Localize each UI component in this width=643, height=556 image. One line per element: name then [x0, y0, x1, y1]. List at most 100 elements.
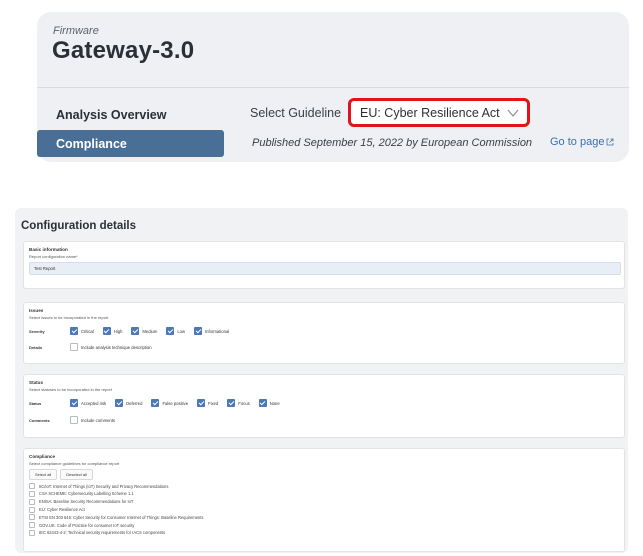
issues-section: Issues Select issues to be incorporated …: [23, 302, 625, 364]
comments-label: Comments: [29, 418, 50, 423]
guideline-label: CSA SCHEME: Cybersecurity Labelling Sche…: [39, 491, 134, 497]
option-label: Include comments: [81, 417, 115, 423]
severity-high-option[interactable]: High: [102, 327, 123, 335]
details-label: Details: [29, 345, 43, 350]
severity-label: Severity: [29, 329, 45, 334]
checkbox-unchecked[interactable]: [29, 529, 35, 536]
option-label: Informational: [205, 328, 230, 334]
status-options: Accepted risk Deferred False positive Fi…: [70, 399, 280, 407]
compliance-guideline-list: IIC/IoT: Internet of Things (IoT) Securi…: [29, 483, 203, 536]
list-item[interactable]: ENISA: Baseline Security Recommendations…: [29, 498, 203, 505]
checkbox-checked[interactable]: [194, 327, 203, 335]
section-title: Compliance: [29, 454, 56, 459]
checkbox-checked[interactable]: [131, 327, 140, 335]
checkbox-unchecked[interactable]: [29, 498, 35, 505]
firmware-label: Firmware: [53, 25, 99, 37]
published-info: Published September 15, 2022 by European…: [252, 137, 533, 149]
option-label: Focus: [238, 400, 250, 406]
chevron-down-icon: [507, 109, 519, 117]
details-options: Include analysis technique description: [70, 343, 152, 351]
checkbox-checked[interactable]: [115, 399, 124, 407]
severity-options: Critical High Medium Low Informational: [70, 327, 229, 335]
guideline-label: ENISA: Baseline Security Recommendations…: [39, 499, 134, 505]
checkbox-unchecked[interactable]: [29, 490, 35, 497]
section-subtitle: Report configuration name*: [29, 254, 78, 259]
configuration-details-title: Configuration details: [21, 220, 136, 232]
configuration-details-panel: Configuration details Basic information …: [15, 208, 628, 553]
list-item[interactable]: EU: Cyber Resilience Act: [29, 506, 203, 513]
checkbox-checked[interactable]: [227, 399, 236, 407]
option-label: Medium: [142, 328, 158, 334]
guideline-label: EU: Cyber Resilience Act: [39, 507, 85, 513]
list-item[interactable]: ETSI EN 303 645: Cyber Security for Cons…: [29, 514, 204, 521]
guideline-label: IEC 62443-4-2: Technical security requir…: [39, 530, 166, 536]
option-label: Deferred: [126, 400, 143, 406]
list-item[interactable]: CSA SCHEME: Cybersecurity Labelling Sche…: [29, 490, 203, 497]
go-to-page-link[interactable]: Go to page: [550, 136, 614, 148]
status-none-option[interactable]: None: [258, 399, 280, 407]
go-to-page-label: Go to page: [550, 136, 605, 148]
status-deferred-option[interactable]: Deferred: [115, 399, 142, 407]
section-title: Issues: [29, 308, 44, 313]
section-subtitle: Select issues to be incorporated in the …: [29, 315, 109, 320]
comments-options: Include comments: [70, 416, 115, 424]
select-all-button[interactable]: Select all: [29, 469, 58, 480]
list-item[interactable]: GOV.UK: Code of Practice for consumer Io…: [29, 522, 203, 529]
nav-item-compliance[interactable]: Compliance: [37, 130, 224, 157]
include-technique-description-option[interactable]: Include analysis technique description: [70, 343, 152, 351]
deselect-all-button[interactable]: Deselect all: [60, 469, 93, 480]
compliance-select-buttons: Select all Deselect all: [29, 469, 93, 480]
device-name-title: Gateway-3.0: [52, 37, 195, 64]
guideline-label: IIC/IoT: Internet of Things (IoT) Securi…: [39, 483, 169, 489]
section-title: Status: [29, 380, 44, 385]
section-subtitle: Select statuses to be incorporated in th…: [29, 387, 112, 392]
status-focus-option[interactable]: Focus: [227, 399, 250, 407]
severity-low-option[interactable]: Low: [166, 327, 185, 335]
compliance-section: Compliance Select compliance guidelines …: [23, 448, 625, 552]
checkbox-unchecked[interactable]: [29, 522, 35, 529]
checkbox-unchecked[interactable]: [29, 483, 35, 490]
basic-information-section: Basic information Report configuration n…: [23, 241, 625, 289]
status-section: Status Select statuses to be incorporate…: [23, 374, 625, 438]
status-accepted-risk-option[interactable]: Accepted risk: [70, 399, 106, 407]
option-label: Include analysis technique description: [81, 344, 152, 350]
checkbox-checked[interactable]: [70, 399, 78, 407]
nav-item-analysis-overview[interactable]: Analysis Overview: [37, 102, 224, 128]
header-divider: [37, 87, 629, 88]
status-label: Status: [29, 401, 42, 406]
severity-informational-option[interactable]: Informational: [194, 327, 229, 335]
guideline-label: ETSI EN 303 645: Cyber Security for Cons…: [39, 514, 204, 520]
checkbox-checked[interactable]: [197, 399, 206, 407]
checkbox-checked[interactable]: [102, 327, 111, 335]
external-link-icon: [607, 138, 614, 146]
checkbox-unchecked[interactable]: [70, 416, 78, 424]
guideline-selected-value: EU: Cyber Resilience Act: [360, 105, 500, 120]
checkbox-checked[interactable]: [166, 327, 175, 335]
report-name-input[interactable]: Test Report: [29, 262, 621, 275]
checkbox-checked[interactable]: [151, 399, 160, 407]
checkbox-checked[interactable]: [70, 327, 78, 335]
list-item[interactable]: IEC 62443-4-2: Technical security requir…: [29, 529, 203, 536]
checkbox-unchecked[interactable]: [29, 506, 35, 513]
list-item[interactable]: IIC/IoT: Internet of Things (IoT) Securi…: [29, 483, 203, 490]
firmware-header-card: Firmware Gateway-3.0 Analysis Overview C…: [37, 12, 629, 162]
option-label: Low: [177, 328, 186, 334]
section-subtitle: Select compliance guidelines for complia…: [29, 461, 120, 466]
severity-medium-option[interactable]: Medium: [131, 327, 157, 335]
status-fixed-option[interactable]: Fixed: [197, 399, 218, 407]
include-comments-option[interactable]: Include comments: [70, 416, 115, 424]
section-title: Basic information: [29, 247, 68, 252]
guideline-label: GOV.UK: Code of Practice for consumer Io…: [39, 522, 135, 528]
checkbox-checked[interactable]: [258, 399, 267, 407]
status-false-positive-option[interactable]: False positive: [151, 399, 188, 407]
guideline-dropdown[interactable]: EU: Cyber Resilience Act: [348, 98, 530, 127]
option-label: Accepted risk: [81, 400, 107, 406]
checkbox-unchecked[interactable]: [70, 343, 78, 351]
option-label: High: [113, 328, 123, 334]
select-guideline-label: Select Guideline: [250, 106, 342, 120]
page: Firmware Gateway-3.0 Analysis Overview C…: [0, 0, 643, 556]
checkbox-unchecked[interactable]: [29, 514, 35, 521]
option-label: Critical: [81, 328, 94, 334]
option-label: Fixed: [208, 400, 219, 406]
severity-critical-option[interactable]: Critical: [70, 327, 94, 335]
